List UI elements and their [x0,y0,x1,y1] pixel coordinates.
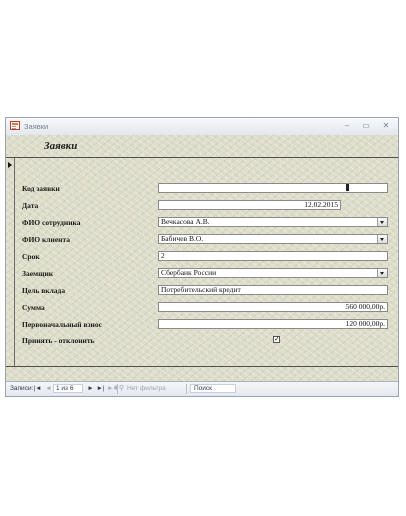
text-cursor [346,184,349,191]
purpose-field[interactable]: Потребительский кредит [158,285,388,295]
record-navigator: Записи: |◄ ◄ 1 из 6 ► ►| ►✱ ⚲ Нет фильтр… [6,381,398,396]
label-request-id: Код заявки [22,184,60,193]
form-window: Заявки – ▭ ✕ Заявки Код заявки Дата 12.0… [5,117,399,397]
borrower-value: Сбербанк России [161,268,217,277]
form-body: Заявки Код заявки Дата 12.02.2015 ФИО со… [6,135,398,384]
borrower-combo[interactable]: Сбербанк России [158,268,388,278]
previous-record-button[interactable]: ◄ [44,384,53,393]
amount-field[interactable]: 560 000,00р. [158,302,388,312]
header-divider [6,157,398,158]
title-bar[interactable]: Заявки – ▭ ✕ [6,118,398,135]
label-purpose: Цель вклада [22,286,66,295]
footer-divider [6,366,398,367]
filter-status-button[interactable]: Нет фильтра [127,385,166,392]
close-button[interactable]: ✕ [380,120,392,131]
label-accept-reject: Принять - отклонить [22,336,95,345]
window-title: Заявки [24,122,49,131]
request-id-field[interactable] [158,183,388,193]
label-term: Срок [22,252,40,261]
employee-value: Вечкасова А.В. [161,217,210,226]
borrower-dropdown-icon[interactable] [377,269,387,277]
current-record-arrow-icon [8,162,12,168]
record-selector[interactable] [6,158,15,366]
client-value: Бабичев В.О. [161,234,204,243]
search-input[interactable]: Поиск [190,384,236,393]
label-client: ФИО клиента [22,235,71,244]
form-title: Заявки [44,140,78,152]
employee-dropdown-icon[interactable] [377,218,387,226]
date-field[interactable]: 12.02.2015 [158,200,341,210]
next-record-button[interactable]: ► [86,384,95,393]
label-amount: Сумма [22,303,45,312]
label-employee: ФИО сотрудника [22,218,81,227]
accept-reject-checkbox[interactable]: ✓ [273,336,280,343]
label-date: Дата [22,201,39,210]
employee-combo[interactable]: Вечкасова А.В. [158,217,388,227]
client-combo[interactable]: Бабичев В.О. [158,234,388,244]
client-dropdown-icon[interactable] [377,235,387,243]
form-icon [10,121,20,130]
first-record-button[interactable]: |◄ [33,384,42,393]
last-record-button[interactable]: ►| [96,384,105,393]
navigator-separator-2 [186,384,187,394]
records-label: Записи: [10,385,34,392]
label-borrower: Заемщик [22,269,54,278]
term-field[interactable]: 2 [158,251,388,261]
label-down-payment: Первоначальный взнос [22,320,102,329]
filter-icon: ⚲ [119,385,125,392]
record-position-field[interactable]: 1 из 6 [53,384,83,393]
minimize-button[interactable]: – [341,120,353,131]
down-payment-field[interactable]: 120 000,00р. [158,319,388,329]
new-record-button[interactable]: ►✱ [107,384,119,393]
maximize-button[interactable]: ▭ [360,120,372,131]
navigator-separator [117,384,118,394]
